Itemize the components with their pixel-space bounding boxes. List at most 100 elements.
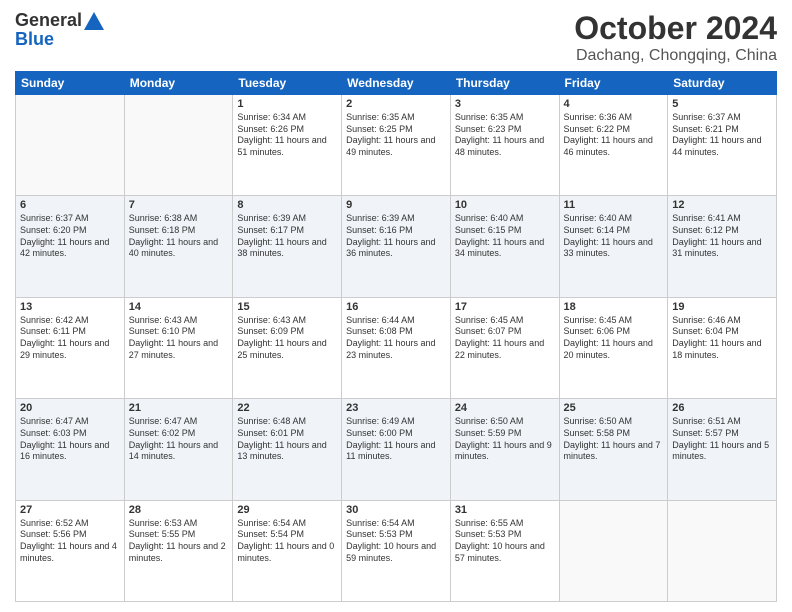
cell-info: Sunrise: 6:45 AM Sunset: 6:07 PM Dayligh…: [455, 315, 555, 362]
day-number: 7: [129, 199, 229, 211]
day-number: 16: [346, 301, 446, 313]
day-number: 2: [346, 98, 446, 110]
calendar-table: Sunday Monday Tuesday Wednesday Thursday…: [15, 71, 777, 602]
calendar-week-row: 20 Sunrise: 6:47 AM Sunset: 6:03 PM Dayli…: [16, 399, 777, 500]
table-row: 30 Sunrise: 6:54 AM Sunset: 5:53 PM Dayli…: [342, 500, 451, 601]
day-number: 17: [455, 301, 555, 313]
day-number: 26: [672, 402, 772, 414]
day-number: 1: [237, 98, 337, 110]
day-number: 18: [564, 301, 664, 313]
table-row: 5Sunrise: 6:37 AM Sunset: 6:21 PM Daylig…: [668, 95, 777, 196]
logo-blue: Blue: [15, 29, 54, 50]
title-section: October 2024 Dachang, Chongqing, China: [574, 10, 777, 65]
day-number: 30: [346, 504, 446, 516]
cell-info: Sunrise: 6:41 AM Sunset: 6:12 PM Dayligh…: [672, 213, 772, 260]
table-row: 25Sunrise: 6:50 AM Sunset: 5:58 PM Dayli…: [559, 399, 668, 500]
cell-info: Sunrise: 6:37 AM Sunset: 6:21 PM Dayligh…: [672, 112, 772, 159]
day-number: 19: [672, 301, 772, 313]
cell-info: Sunrise: 6:39 AM Sunset: 6:17 PM Dayligh…: [237, 213, 337, 260]
table-row: [668, 500, 777, 601]
header-monday: Monday: [124, 72, 233, 95]
table-row: 20 Sunrise: 6:47 AM Sunset: 6:03 PM Dayli…: [16, 399, 125, 500]
day-number: 4: [564, 98, 664, 110]
cell-info: Sunrise: 6:54 AM Sunset: 5:53 PM Dayligh…: [346, 518, 446, 565]
day-number: 15: [237, 301, 337, 313]
table-row: 16Sunrise: 6:44 AM Sunset: 6:08 PM Dayli…: [342, 297, 451, 398]
day-number: 12: [672, 199, 772, 211]
table-row: 2 Sunrise: 6:35 AM Sunset: 6:25 PM Daylig…: [342, 95, 451, 196]
table-row: 1 Sunrise: 6:34 AM Sunset: 6:26 PM Daylig…: [233, 95, 342, 196]
day-number: 28: [129, 504, 229, 516]
table-row: 19Sunrise: 6:46 AM Sunset: 6:04 PM Dayli…: [668, 297, 777, 398]
header-friday: Friday: [559, 72, 668, 95]
cell-info: Sunrise: 6:39 AM Sunset: 6:16 PM Dayligh…: [346, 213, 446, 260]
cell-info: Sunrise: 6:35 AM Sunset: 6:25 PM Dayligh…: [346, 112, 446, 159]
cell-info: Sunrise: 6:47 AM Sunset: 6:02 PM Dayligh…: [129, 416, 229, 463]
day-number: 10: [455, 199, 555, 211]
table-row: 15Sunrise: 6:43 AM Sunset: 6:09 PM Dayli…: [233, 297, 342, 398]
cell-info: Sunrise: 6:54 AM Sunset: 5:54 PM Dayligh…: [237, 518, 337, 565]
day-number: 20: [20, 402, 120, 414]
table-row: 21 Sunrise: 6:47 AM Sunset: 6:02 PM Dayli…: [124, 399, 233, 500]
header-sunday: Sunday: [16, 72, 125, 95]
header: General Blue October 2024 Dachang, Chong…: [15, 10, 777, 65]
day-number: 14: [129, 301, 229, 313]
day-number: 8: [237, 199, 337, 211]
table-row: [16, 95, 125, 196]
cell-info: Sunrise: 6:51 AM Sunset: 5:57 PM Dayligh…: [672, 416, 772, 463]
cell-info: Sunrise: 6:52 AM Sunset: 5:56 PM Dayligh…: [20, 518, 120, 565]
logo: General Blue: [15, 10, 104, 50]
month-title: October 2024: [574, 10, 777, 47]
cell-info: Sunrise: 6:47 AM Sunset: 6:03 PM Dayligh…: [20, 416, 120, 463]
day-number: 23: [346, 402, 446, 414]
table-row: [124, 95, 233, 196]
cell-info: Sunrise: 6:45 AM Sunset: 6:06 PM Dayligh…: [564, 315, 664, 362]
cell-info: Sunrise: 6:40 AM Sunset: 6:15 PM Dayligh…: [455, 213, 555, 260]
calendar-week-row: 13Sunrise: 6:42 AM Sunset: 6:11 PM Dayli…: [16, 297, 777, 398]
table-row: 22 Sunrise: 6:48 AM Sunset: 6:01 PM Dayli…: [233, 399, 342, 500]
page: General Blue October 2024 Dachang, Chong…: [0, 0, 792, 612]
table-row: 13Sunrise: 6:42 AM Sunset: 6:11 PM Dayli…: [16, 297, 125, 398]
calendar-header-row: Sunday Monday Tuesday Wednesday Thursday…: [16, 72, 777, 95]
cell-info: Sunrise: 6:48 AM Sunset: 6:01 PM Dayligh…: [237, 416, 337, 463]
logo-general: General: [15, 10, 82, 31]
cell-info: Sunrise: 6:36 AM Sunset: 6:22 PM Dayligh…: [564, 112, 664, 159]
day-number: 21: [129, 402, 229, 414]
header-tuesday: Tuesday: [233, 72, 342, 95]
table-row: 17 Sunrise: 6:45 AM Sunset: 6:07 PM Dayli…: [450, 297, 559, 398]
table-row: 3Sunrise: 6:35 AM Sunset: 6:23 PM Daylig…: [450, 95, 559, 196]
table-row: 11Sunrise: 6:40 AM Sunset: 6:14 PM Dayli…: [559, 196, 668, 297]
day-number: 9: [346, 199, 446, 211]
day-number: 22: [237, 402, 337, 414]
day-number: 29: [237, 504, 337, 516]
table-row: 26 Sunrise: 6:51 AM Sunset: 5:57 PM Dayli…: [668, 399, 777, 500]
day-number: 6: [20, 199, 120, 211]
cell-info: Sunrise: 6:34 AM Sunset: 6:26 PM Dayligh…: [237, 112, 337, 159]
day-number: 25: [564, 402, 664, 414]
cell-info: Sunrise: 6:49 AM Sunset: 6:00 PM Dayligh…: [346, 416, 446, 463]
day-number: 31: [455, 504, 555, 516]
cell-info: Sunrise: 6:53 AM Sunset: 5:55 PM Dayligh…: [129, 518, 229, 565]
table-row: 24Sunrise: 6:50 AM Sunset: 5:59 PM Dayli…: [450, 399, 559, 500]
day-number: 11: [564, 199, 664, 211]
cell-info: Sunrise: 6:38 AM Sunset: 6:18 PM Dayligh…: [129, 213, 229, 260]
table-row: [559, 500, 668, 601]
cell-info: Sunrise: 6:50 AM Sunset: 5:59 PM Dayligh…: [455, 416, 555, 463]
table-row: 27 Sunrise: 6:52 AM Sunset: 5:56 PM Dayli…: [16, 500, 125, 601]
table-row: 7 Sunrise: 6:38 AM Sunset: 6:18 PM Daylig…: [124, 196, 233, 297]
location-title: Dachang, Chongqing, China: [574, 47, 777, 65]
header-saturday: Saturday: [668, 72, 777, 95]
calendar-week-row: 27 Sunrise: 6:52 AM Sunset: 5:56 PM Dayli…: [16, 500, 777, 601]
day-number: 27: [20, 504, 120, 516]
table-row: 18 Sunrise: 6:45 AM Sunset: 6:06 PM Dayli…: [559, 297, 668, 398]
table-row: 29 Sunrise: 6:54 AM Sunset: 5:54 PM Dayli…: [233, 500, 342, 601]
table-row: 4 Sunrise: 6:36 AM Sunset: 6:22 PM Daylig…: [559, 95, 668, 196]
cell-info: Sunrise: 6:55 AM Sunset: 5:53 PM Dayligh…: [455, 518, 555, 565]
table-row: 8 Sunrise: 6:39 AM Sunset: 6:17 PM Daylig…: [233, 196, 342, 297]
logo-bird-icon: [84, 12, 104, 30]
header-wednesday: Wednesday: [342, 72, 451, 95]
table-row: 9 Sunrise: 6:39 AM Sunset: 6:16 PM Daylig…: [342, 196, 451, 297]
cell-info: Sunrise: 6:43 AM Sunset: 6:10 PM Dayligh…: [129, 315, 229, 362]
day-number: 13: [20, 301, 120, 313]
table-row: 12 Sunrise: 6:41 AM Sunset: 6:12 PM Dayli…: [668, 196, 777, 297]
